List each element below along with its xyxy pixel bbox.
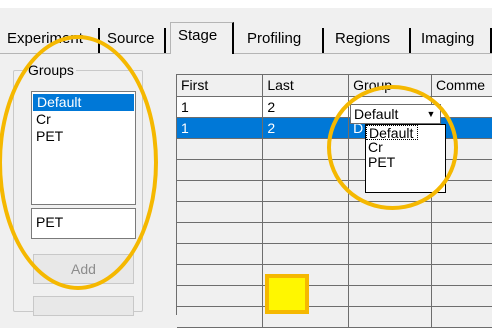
table-row[interactable]	[177, 201, 492, 223]
empty-cell[interactable]	[177, 201, 264, 223]
empty-cell[interactable]	[262, 222, 350, 244]
table-row[interactable]	[177, 264, 492, 286]
column-header-last[interactable]: Last	[262, 75, 350, 97]
tab-stage[interactable]: Stage	[170, 22, 234, 54]
tab-imaging-label: Imaging	[421, 30, 475, 47]
table-row[interactable]	[177, 222, 492, 244]
empty-cell[interactable]	[348, 306, 433, 328]
empty-cell[interactable]	[431, 264, 492, 286]
tab-profiling[interactable]: Profiling	[240, 28, 324, 53]
tab-profiling-label: Profiling	[247, 30, 302, 47]
empty-cell[interactable]	[431, 201, 492, 223]
empty-cell[interactable]	[262, 201, 350, 223]
empty-cell[interactable]	[262, 243, 350, 265]
empty-cell[interactable]	[177, 264, 264, 286]
table-row[interactable]	[177, 243, 492, 265]
highlight-ring-dropdown	[327, 85, 458, 210]
cell-first[interactable]: 1	[177, 96, 264, 118]
tab-regions[interactable]: Regions	[328, 28, 411, 53]
empty-cell[interactable]	[431, 243, 492, 265]
empty-cell[interactable]	[348, 264, 433, 286]
empty-cell[interactable]	[177, 306, 264, 328]
empty-cell[interactable]	[262, 180, 350, 202]
table-row[interactable]	[177, 306, 492, 328]
top-band	[0, 0, 492, 8]
column-header-comment[interactable]: Comme	[431, 75, 492, 97]
empty-cell[interactable]	[177, 180, 264, 202]
tab-stage-label: Stage	[178, 27, 218, 44]
cell-first[interactable]: 1	[177, 117, 264, 139]
empty-cell[interactable]	[348, 222, 433, 244]
empty-cell[interactable]	[348, 243, 433, 265]
empty-cell[interactable]	[177, 222, 264, 244]
empty-cell[interactable]	[431, 306, 492, 328]
grid-header-row: First Last Group Comme	[177, 75, 492, 97]
empty-cell[interactable]	[177, 159, 264, 181]
empty-cell[interactable]	[177, 138, 264, 160]
group-action-button[interactable]	[33, 296, 134, 316]
highlight-box	[265, 274, 309, 314]
empty-cell[interactable]	[177, 243, 264, 265]
tab-source-label: Source	[107, 30, 155, 47]
highlight-ring-groups	[0, 35, 158, 290]
empty-cell[interactable]	[431, 222, 492, 244]
tab-imaging[interactable]: Imaging	[414, 28, 492, 53]
column-header-first[interactable]: First	[177, 75, 264, 97]
tab-regions-label: Regions	[335, 30, 391, 47]
